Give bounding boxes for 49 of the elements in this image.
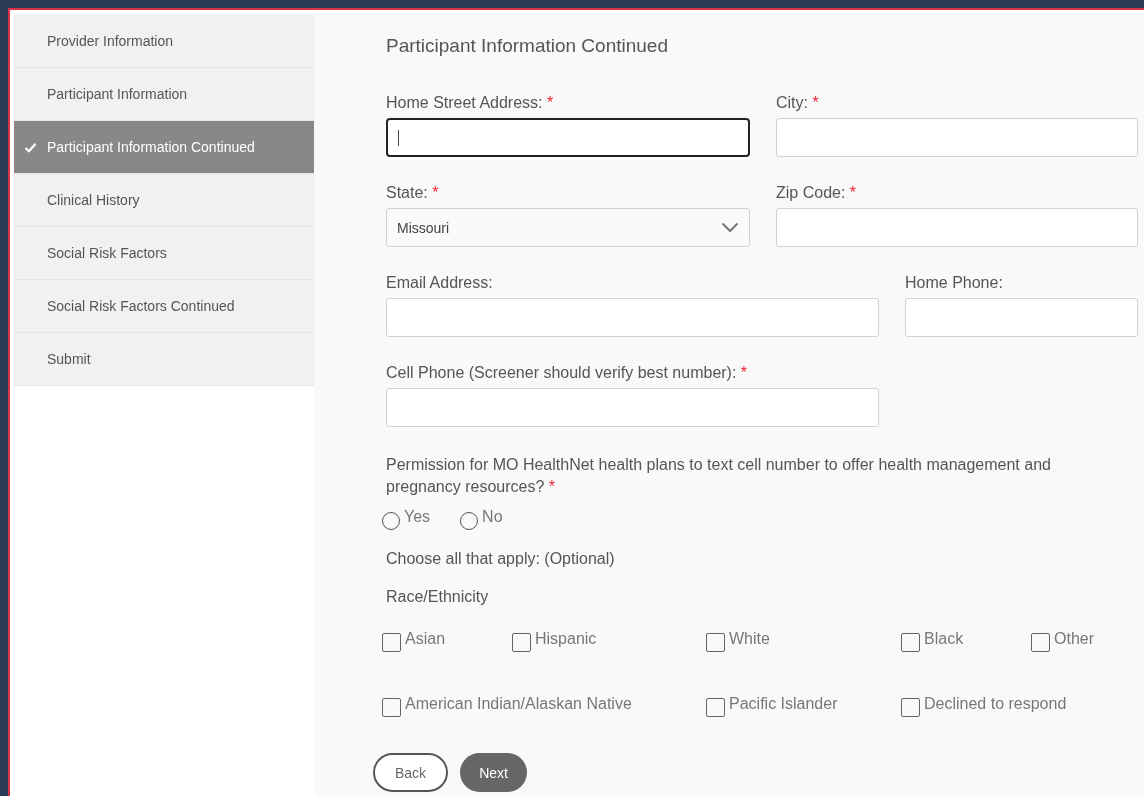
checkbox-label: Declined to respond <box>924 695 1067 713</box>
question-text: Permission for MO HealthNet health plans to text cell number to offer health management and pregnancy resources? * <box>386 455 1052 497</box>
sidebar-item[interactable]: Submit <box>14 333 314 386</box>
checkbox-label: Pacific Islander <box>729 695 838 713</box>
sidebar-item-label: Social Risk Factors Continued <box>47 298 235 314</box>
text-cursor <box>398 129 399 146</box>
next-button[interactable]: Next <box>460 753 527 792</box>
checkbox[interactable] <box>901 633 920 652</box>
field-label: Home Phone: <box>905 274 1004 292</box>
checkbox-label: American Indian/Alaskan Native <box>405 695 632 713</box>
field-label: Cell Phone (Screener should verify best number): * <box>386 364 749 382</box>
checkbox-label: Hispanic <box>535 630 597 648</box>
sidebar-item-label: Participant Information Continued <box>47 139 255 155</box>
section-heading: Race/Ethnicity <box>386 588 490 606</box>
checkbox[interactable] <box>382 698 401 717</box>
checkbox-label: White <box>729 630 770 648</box>
sidebar-item[interactable]: Social Risk Factors <box>14 227 314 280</box>
form-title: Participant Information Continued <box>386 35 669 57</box>
checkbox[interactable] <box>706 633 725 652</box>
checkbox[interactable] <box>512 633 531 652</box>
sidebar-item-label: Provider Information <box>47 33 174 49</box>
checkbox[interactable] <box>901 698 920 717</box>
radio-label: No <box>482 508 503 526</box>
checkbox[interactable] <box>1031 633 1050 652</box>
field-label: Email Address: <box>386 274 494 292</box>
sidebar-item[interactable]: Participant Information Continued <box>14 121 314 174</box>
checkbox-label: Black <box>924 630 964 648</box>
sidebar-item[interactable]: Social Risk Factors Continued <box>14 280 314 333</box>
field-label: Zip Code: * <box>776 184 858 202</box>
radio-label: Yes <box>404 508 431 526</box>
field-label: Home Street Address: * <box>386 94 555 112</box>
sidebar-item-label: Social Risk Factors <box>47 245 167 261</box>
sidebar-item-label: Clinical History <box>47 192 140 208</box>
back-button[interactable]: Back <box>373 753 449 792</box>
checkbox-label: Other <box>1054 630 1094 648</box>
field-label: State: * <box>386 184 440 202</box>
sidebar-item-label: Submit <box>47 351 91 367</box>
checkbox[interactable] <box>382 633 401 652</box>
sidebar-item[interactable]: Participant Information <box>14 68 314 121</box>
hint-text: Choose all that apply: (Optional) <box>386 550 616 568</box>
sidebar-item[interactable]: Clinical History <box>14 174 314 227</box>
field-label: City: * <box>776 94 820 112</box>
chevron-down-icon <box>721 222 739 233</box>
input-field[interactable] <box>386 118 750 157</box>
sidebar-item-label: Participant Information <box>47 86 188 102</box>
checkbox-label: Asian <box>405 630 446 648</box>
checkbox[interactable] <box>706 698 725 717</box>
state-dropdown[interactable]: Missouri <box>386 208 750 247</box>
sidebar-item[interactable]: Provider Information <box>14 15 314 68</box>
